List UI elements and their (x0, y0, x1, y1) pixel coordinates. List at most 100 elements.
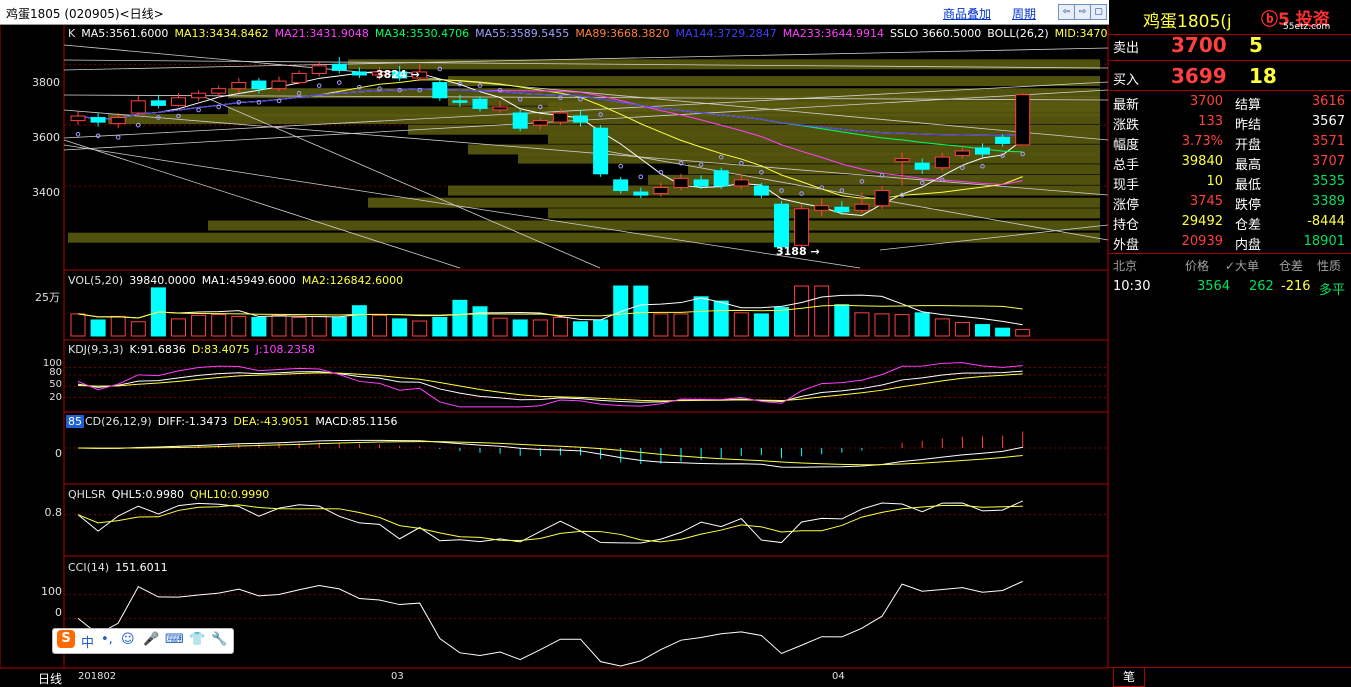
volume-bar (713, 300, 729, 337)
volume-legend: VOL(5,20) 39840.0000 MA1:45949.6000 MA2:126… (68, 274, 409, 287)
indicator-value: QHL5:0.9980 (111, 488, 184, 501)
buy-row: 买入 (1113, 73, 1140, 88)
tick-header-cell: 价格 (1185, 259, 1210, 273)
ime-keyboard-icon[interactable]: ⌨ (165, 632, 184, 647)
indicator-badge[interactable]: 85 (66, 415, 84, 428)
quote-label: 外盘 (1113, 238, 1140, 253)
sell-qty: 5 (1249, 33, 1263, 57)
candle-body (110, 117, 126, 125)
quote-value: 10 (1206, 174, 1223, 189)
candle-body (432, 82, 448, 99)
tick-nature: 多平 (1319, 283, 1346, 298)
sar-dot (316, 83, 322, 88)
indicator-value: MA2:126842.6000 (301, 274, 404, 287)
volume-bar (70, 313, 86, 337)
indicator-value: MA55:3589.5455 (475, 27, 570, 40)
candle-body (693, 179, 709, 187)
date-label: 03 (391, 671, 404, 682)
cci-legend: CCI(14) 151.6011 (68, 561, 174, 574)
ime-chinese-mode[interactable]: 中 (81, 632, 94, 651)
candle-body (995, 136, 1011, 144)
candle-body (130, 100, 146, 114)
ime-skin-icon[interactable]: 👕 (189, 632, 205, 647)
quote-label: 开盘 (1235, 138, 1262, 153)
buy-qty: 18 (1249, 64, 1277, 88)
ime-tools-icon[interactable]: 🔧 (211, 632, 227, 647)
quote-value: 3707 (1311, 154, 1345, 169)
price-tick-label: 3400 (32, 186, 60, 199)
tick-header-cell: 北京 (1113, 259, 1138, 273)
macd-legend: 85 CD(26,12,9) DIFF:-1.3473 DEA:-43.9051 MAC… (66, 415, 404, 428)
indicator-value: MA34:3530.4706 (374, 27, 470, 40)
volume-bar (753, 313, 769, 337)
tick-big: 262 (1249, 279, 1274, 294)
indicator-value: K:91.6836 (129, 343, 186, 356)
quote-value: 3567 (1311, 114, 1345, 129)
candle-body (733, 179, 749, 187)
indicator-value: MA89:3668.3820 (575, 27, 670, 40)
indicator-value: MA233:3644.9914 (782, 27, 884, 40)
prev-button[interactable]: ⇦ (1058, 4, 1075, 20)
indicator-name: K (68, 27, 76, 40)
volume-bar (331, 316, 347, 337)
volume-bar (894, 314, 910, 337)
quote-panel: 鸡蛋1805(j ⓑ5 投资 55etz.com 卖出 3700 5 买入 36… (1109, 0, 1351, 687)
candle-body (351, 71, 367, 76)
indicator-name: CCI(14) (68, 561, 110, 574)
ime-voice-icon[interactable]: 🎤 (143, 632, 159, 647)
restore-button[interactable]: ▢ (1090, 4, 1107, 20)
ime-logo-icon[interactable]: S (57, 630, 75, 648)
indicator-name: CD(26,12,9) (85, 415, 152, 428)
quote-label: 结算 (1235, 98, 1262, 113)
tick-tab[interactable]: 笔 (1113, 668, 1145, 687)
qhlsr-tick-label: 0.8 (44, 506, 63, 519)
candle-body (613, 179, 629, 192)
overlay-commodity-link[interactable]: 商品叠加 (943, 5, 991, 22)
kdj-d-line (77, 372, 1023, 402)
high-marker: 3824 → (376, 68, 420, 81)
indicator-name: VOL(5,20) (68, 274, 124, 287)
tick-price: 3564 (1197, 279, 1231, 294)
candle-body (171, 97, 186, 106)
indicator-name: KDJ(9,3,3) (68, 343, 124, 356)
quote-label: 现手 (1113, 178, 1140, 193)
quote-label: 内盘 (1235, 238, 1262, 253)
period-label[interactable]: 日线 (38, 670, 62, 687)
candle-body (633, 191, 649, 196)
volume-bar (90, 319, 106, 337)
cci-tick-label: 0 (55, 606, 62, 619)
volume-bar (552, 316, 568, 337)
candle-body (191, 92, 207, 99)
logo: ⓑ5 投资 55etz.com (1261, 10, 1331, 32)
volume-bar (914, 312, 930, 337)
volume-bar (633, 285, 649, 337)
candle-body (814, 205, 830, 211)
price-tick-label: 3800 (32, 76, 60, 89)
quote-label: 持仓 (1113, 218, 1140, 233)
ime-punct-icon[interactable]: •, (101, 632, 113, 647)
volume-bar (794, 285, 810, 337)
date-label: 201802 (78, 671, 117, 682)
volume-bar (432, 316, 448, 337)
candle-body (854, 203, 870, 211)
kdj-tick-label: 80 (49, 367, 62, 378)
candle-body (552, 112, 568, 123)
volume-profile-bar (368, 197, 1100, 208)
indicator-name: QHLSR (68, 488, 106, 501)
date-label: 04 (832, 671, 845, 682)
indicator-value: J:108.2358 (255, 343, 316, 356)
candle-body (331, 63, 347, 71)
ime-emoji-icon[interactable]: ☺ (121, 632, 135, 647)
candle-body (934, 156, 950, 169)
volume-bar (593, 319, 609, 337)
quote-value: 39840 (1181, 154, 1223, 169)
ime-toolbar[interactable]: S 中 •, ☺ 🎤 ⌨ 👕 🔧 (52, 628, 234, 654)
quote-label: 仓差 (1235, 218, 1262, 233)
kdj-tick-label: 50 (49, 379, 62, 390)
volume-bar (231, 315, 247, 337)
candle-body (231, 82, 247, 90)
next-button[interactable]: ⇨ (1074, 4, 1091, 20)
kdj-tick-label: 20 (49, 392, 62, 403)
period-link[interactable]: 周期 (1012, 5, 1036, 22)
quote-value: 3.73% (1181, 134, 1223, 149)
